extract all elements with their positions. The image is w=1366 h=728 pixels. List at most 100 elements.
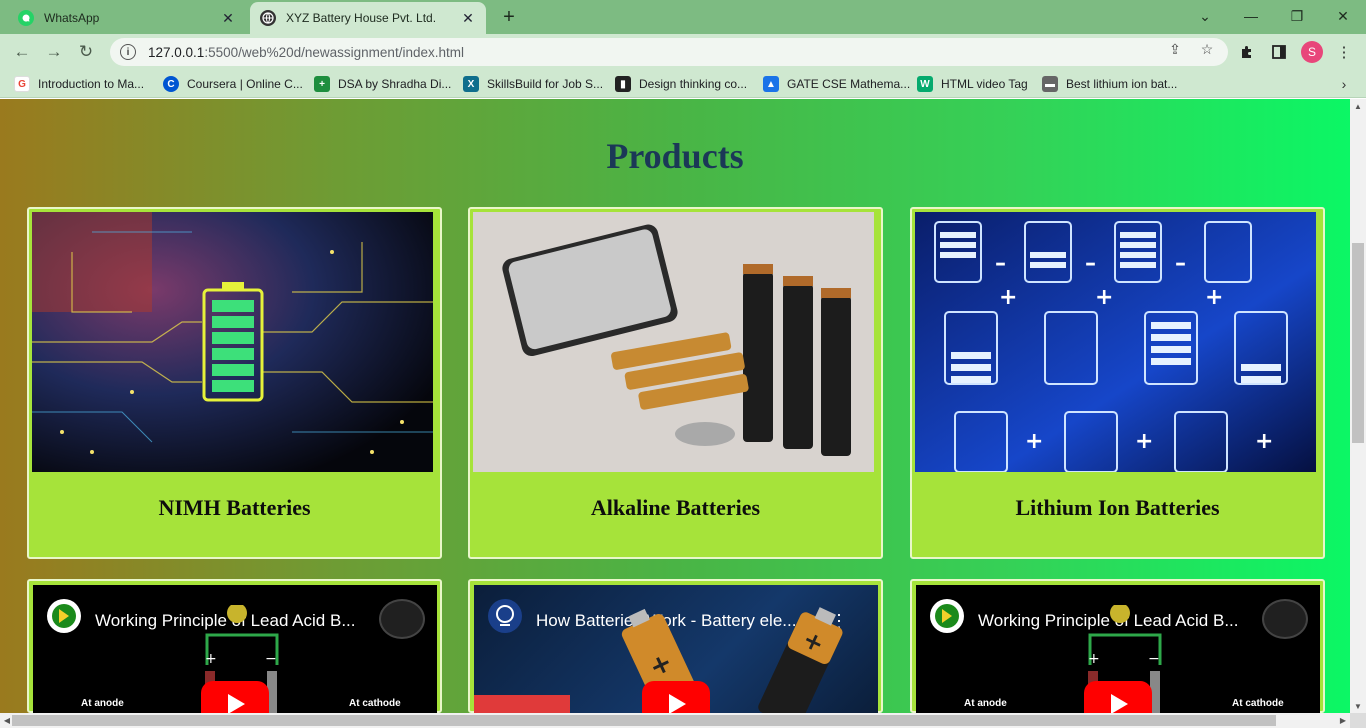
svg-text:−: −: [265, 651, 277, 667]
minimize-icon[interactable]: —: [1228, 4, 1274, 28]
video-embed-lead-acid-2[interactable]: Working Principle of Lead Acid B... + − …: [910, 579, 1325, 713]
bookmark-item[interactable]: C Coursera | Online C...: [163, 75, 303, 93]
battery-icon: ▬: [1042, 76, 1058, 92]
svg-text:+: +: [1205, 285, 1223, 310]
circuit-battery-image: [32, 212, 433, 472]
bookmark-item[interactable]: G Introduction to Ma...: [14, 75, 144, 93]
skillsbuild-icon: X: [463, 76, 479, 92]
bookmark-label: SkillsBuild for Job S...: [487, 77, 604, 91]
svg-text:–: –: [995, 251, 1006, 276]
svg-text:+: +: [1095, 285, 1113, 310]
back-arrow-icon[interactable]: ←: [10, 40, 34, 64]
w3schools-icon: W: [917, 76, 933, 92]
whatsapp-icon: [18, 10, 34, 26]
svg-text:−: −: [1148, 651, 1160, 667]
bookmark-item[interactable]: ▮ Design thinking co...: [615, 75, 747, 93]
youtube-play-button[interactable]: [1084, 681, 1152, 713]
page-viewport: Products NIMH Batteries Alkaline Batteri…: [0, 99, 1350, 713]
youtube-play-button[interactable]: [201, 681, 269, 713]
product-name: NIMH Batteries: [158, 495, 311, 520]
globe-icon: [260, 10, 276, 26]
tab-xyz-battery-house[interactable]: XYZ Battery House Pvt. Ltd. ✕: [250, 2, 486, 34]
channel-logo-icon[interactable]: [47, 599, 81, 633]
video-caption-anode: At anode: [81, 698, 124, 709]
video-embed-lead-acid-1[interactable]: Working Principle of Lead Acid B... + − …: [27, 579, 442, 713]
new-tab-button[interactable]: +: [498, 6, 520, 28]
channel-logo-icon[interactable]: [488, 599, 522, 633]
bookmark-plus-icon: +: [314, 76, 330, 92]
bookmark-item[interactable]: W HTML video Tag: [917, 75, 1028, 93]
site-info-icon[interactable]: i: [120, 44, 136, 60]
horizontal-scroll-thumb[interactable]: [12, 715, 1276, 726]
video-embed-how-batteries-work[interactable]: How Batteries Work - Battery ele... ⋮ + …: [468, 579, 883, 713]
product-name: Alkaline Batteries: [590, 495, 761, 520]
close-window-icon[interactable]: ✕: [1320, 4, 1366, 28]
channel-watermark-icon: [1262, 599, 1308, 639]
tab-title: WhatsApp: [44, 11, 100, 25]
tab-search-chevron-icon[interactable]: ⌄: [1182, 4, 1228, 28]
svg-text:–: –: [1175, 251, 1186, 276]
thumbnail-banner: [474, 695, 570, 713]
product-name: Lithium Ion Batteries: [1015, 495, 1220, 520]
svg-text:–: –: [1085, 251, 1096, 276]
video-caption-anode: At anode: [964, 698, 1007, 709]
side-panel-icon[interactable]: [1269, 42, 1289, 62]
address-bar[interactable]: i 127.0.0.1:5500/web%20d/newassignment/i…: [110, 38, 1228, 66]
scroll-up-arrow-icon[interactable]: ▲: [1350, 99, 1366, 113]
restore-icon[interactable]: ❐: [1274, 4, 1320, 28]
bookmark-label: Design thinking co...: [639, 77, 748, 91]
video-caption-cathode: At cathode: [1232, 698, 1284, 709]
page-title: Products: [606, 136, 744, 176]
share-icon[interactable]: ⇪: [1166, 40, 1184, 58]
horizontal-scrollbar[interactable]: ◀ ▶: [0, 713, 1350, 728]
bookmark-label: Coursera | Online C...: [187, 77, 303, 91]
extensions-puzzle-icon[interactable]: [1237, 42, 1257, 62]
youtube-player[interactable]: Working Principle of Lead Acid B... + − …: [33, 585, 437, 713]
bookmark-item[interactable]: ▲ GATE CSE Mathema...: [763, 75, 910, 93]
scroll-right-arrow-icon[interactable]: ▶: [1336, 713, 1350, 728]
bookmark-label: Best lithium ion bat...: [1066, 77, 1178, 91]
url-path: :5500/web%20d/newassignment/index.html: [204, 44, 464, 60]
svg-text:+: +: [1135, 429, 1153, 454]
bookmarks-bar: G Introduction to Ma... C Coursera | Onl…: [0, 70, 1366, 98]
bookmark-label: GATE CSE Mathema...: [787, 77, 911, 91]
bookmark-item[interactable]: + DSA by Shradha Di...: [314, 75, 451, 93]
bookmark-label: DSA by Shradha Di...: [338, 77, 452, 91]
chevron-right-icon[interactable]: ›: [1336, 74, 1352, 94]
close-icon[interactable]: ✕: [460, 10, 476, 26]
svg-text:+: +: [205, 651, 217, 667]
bookmark-label: HTML video Tag: [941, 77, 1028, 91]
reload-icon[interactable]: ↻: [74, 40, 98, 64]
graduation-cap-icon: ▲: [763, 76, 779, 92]
youtube-player[interactable]: Working Principle of Lead Acid B... + − …: [916, 585, 1320, 713]
bookmark-star-icon[interactable]: ☆: [1198, 40, 1216, 58]
vertical-scroll-thumb[interactable]: [1352, 243, 1364, 443]
url-host: 127.0.0.1: [148, 44, 205, 60]
youtube-play-button[interactable]: [642, 681, 710, 713]
profile-avatar[interactable]: S: [1301, 41, 1323, 63]
bookmark-item[interactable]: X SkillsBuild for Job S...: [463, 75, 603, 93]
scroll-down-arrow-icon[interactable]: ▼: [1350, 699, 1366, 713]
assorted-batteries-image: [473, 212, 874, 472]
svg-text:+: +: [999, 285, 1017, 310]
svg-text:+: +: [1255, 429, 1273, 454]
tab-whatsapp[interactable]: WhatsApp ✕: [8, 2, 246, 34]
vertical-scrollbar[interactable]: ▲ ▼: [1350, 99, 1366, 713]
scrollbar-corner: [1350, 713, 1366, 728]
tab-strip: WhatsApp ✕ XYZ Battery House Pvt. Ltd. ✕…: [0, 0, 1366, 34]
channel-logo-icon[interactable]: [930, 599, 964, 633]
product-card-alkaline[interactable]: Alkaline Batteries: [468, 207, 883, 559]
bookmark-label: Introduction to Ma...: [38, 77, 145, 91]
google-icon: G: [14, 76, 30, 92]
tab-title: XYZ Battery House Pvt. Ltd.: [286, 11, 437, 25]
video-caption-cathode: At cathode: [349, 698, 401, 709]
product-card-lithium-ion[interactable]: + + + + + + – – – Lithium Ion Batteries: [910, 207, 1325, 559]
youtube-player[interactable]: How Batteries Work - Battery ele... ⋮ + …: [474, 585, 878, 713]
close-icon[interactable]: ✕: [220, 10, 236, 26]
bookmark-item[interactable]: ▬ Best lithium ion bat...: [1042, 75, 1177, 93]
product-card-nimh[interactable]: NIMH Batteries: [27, 207, 442, 559]
more-menu-icon[interactable]: ⋮: [1334, 42, 1354, 62]
forward-arrow-icon[interactable]: →: [42, 40, 66, 64]
blue-battery-icons-image: + + + + + + – – –: [915, 212, 1316, 472]
channel-watermark-icon: [379, 599, 425, 639]
